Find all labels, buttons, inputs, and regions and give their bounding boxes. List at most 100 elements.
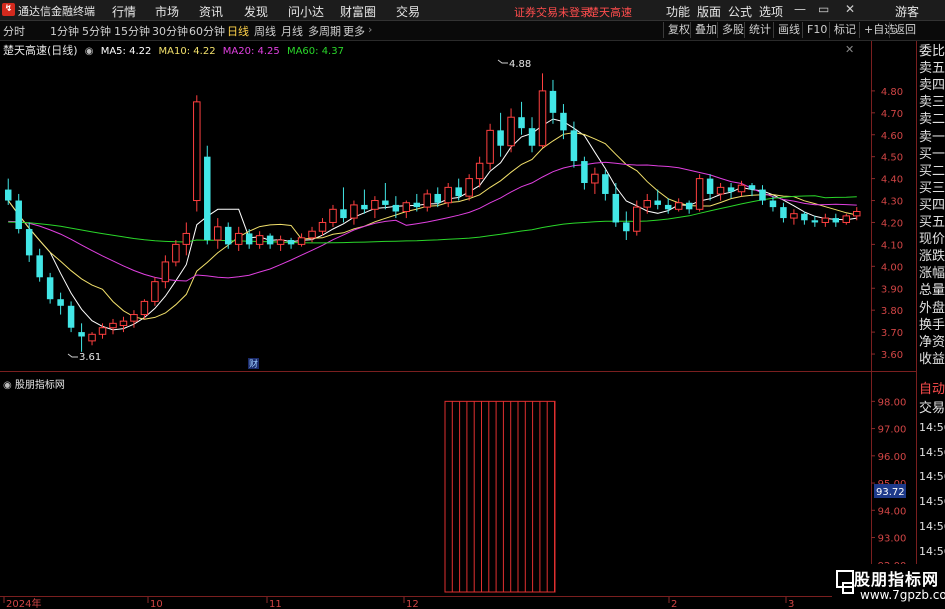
quote-field-label: 买三 [919,180,945,196]
candle-body[interactable] [623,222,630,232]
candle-body[interactable] [737,184,746,193]
candle-body[interactable] [350,204,358,219]
kline-chart[interactable]: 3.60 3.70 3.80 3.90 4.00 4.10 4.20 4.30 4.40 4.50… [0,0,945,609]
candle-body[interactable] [318,221,327,232]
candle-body[interactable] [119,320,128,327]
candle-body[interactable] [664,204,672,210]
quote-field-label[interactable]: 自动 [919,382,945,398]
candle-body[interactable] [434,193,441,203]
candle-body[interactable] [685,202,693,210]
candle-body[interactable] [759,189,766,201]
candle-body[interactable] [266,235,274,245]
candle-body[interactable] [591,173,599,184]
candle-body[interactable] [581,161,588,183]
candle-body[interactable] [853,211,861,217]
candle-body[interactable] [769,200,777,208]
candle-body[interactable] [255,235,264,245]
y-tick-label: 4.30 [881,197,903,208]
candle-body[interactable] [413,202,421,208]
candle-body[interactable] [140,300,149,316]
candle-body[interactable] [287,240,295,245]
candle-body[interactable] [832,218,840,223]
candle-body[interactable] [654,200,661,205]
candle-body[interactable] [674,202,683,210]
candle-body[interactable] [371,200,379,210]
candle-body[interactable] [182,232,191,245]
candle-body[interactable] [130,314,138,322]
candle-body[interactable] [204,156,211,241]
candle-body[interactable] [716,186,725,195]
candle-body[interactable] [643,200,651,208]
candle-body[interactable] [633,206,641,232]
quote-field-label: 换手 [919,317,945,333]
y-tick-label: 3.70 [881,328,903,339]
x-tick-label: 2 [671,599,677,609]
candle-body[interactable] [224,226,232,245]
candle-body[interactable] [790,213,798,219]
trade-time-label: 14:56 [919,470,945,484]
candle-body[interactable] [57,299,64,306]
candle-body[interactable] [4,189,12,201]
candle-body[interactable] [88,333,96,342]
candle-body[interactable] [297,237,306,245]
candle-body[interactable] [695,178,704,210]
candle-body[interactable] [78,332,85,337]
candle-body[interactable] [444,186,452,204]
indicator-range-box[interactable] [444,400,556,593]
candle-body[interactable] [842,215,851,223]
candle-body[interactable] [308,230,316,239]
candle-body[interactable] [486,129,494,164]
candle-body[interactable] [340,209,347,219]
candle-body[interactable] [518,117,525,129]
candle-body[interactable] [25,229,33,256]
candle-body[interactable] [612,193,620,223]
candle-body[interactable] [67,305,75,328]
candle-body[interactable] [570,130,578,162]
candle-body[interactable] [392,204,400,212]
candle-body[interactable] [161,261,170,283]
candle-body[interactable] [402,202,411,213]
quote-field-label: 外盘 [919,300,945,316]
candle-body[interactable] [423,193,432,208]
candle-body[interactable] [151,281,159,302]
candle-body[interactable] [560,112,567,131]
candle-body[interactable] [245,233,253,245]
candle-body[interactable] [780,207,787,219]
trade-time-label: 14:56 [919,421,945,434]
x-tick-label: 2024年 [6,597,41,609]
watermark-url: www.7gpzb.com [860,588,945,602]
candle-body[interactable] [109,322,117,329]
candle-body[interactable] [172,243,180,263]
candle-body[interactable] [276,239,285,245]
candle-body[interactable] [821,217,830,223]
candle-body[interactable] [602,174,609,194]
candle-body[interactable] [193,101,201,202]
candle-body[interactable] [455,187,462,197]
candle-body[interactable] [234,232,243,245]
candle-body[interactable] [46,277,54,300]
y-tick-label: 4.60 [881,131,903,142]
candle-body[interactable] [801,213,808,221]
y-tick-label: 4.50 [881,153,903,164]
candle-body[interactable] [706,178,714,194]
sub-y-tick-label: 94.00 [878,506,907,517]
candle-body[interactable] [727,187,735,192]
candle-body[interactable] [214,226,222,241]
candle-body[interactable] [382,200,389,205]
candle-body[interactable] [15,200,22,230]
candle-body[interactable] [36,255,43,278]
candle-body[interactable] [538,90,547,147]
candle-body[interactable] [98,327,107,335]
candle-body[interactable] [811,220,819,223]
candle-body[interactable] [497,130,504,146]
event-marker-label[interactable]: 财 [249,358,258,370]
candle-body[interactable] [361,204,368,210]
candle-body[interactable] [507,116,515,147]
candle-body[interactable] [465,178,473,197]
candle-body[interactable] [549,90,557,113]
candle-body[interactable] [528,128,536,146]
x-tick-label: 12 [406,599,419,609]
candle-body[interactable] [748,185,756,190]
candle-body[interactable] [475,162,484,180]
candle-body[interactable] [329,208,337,223]
